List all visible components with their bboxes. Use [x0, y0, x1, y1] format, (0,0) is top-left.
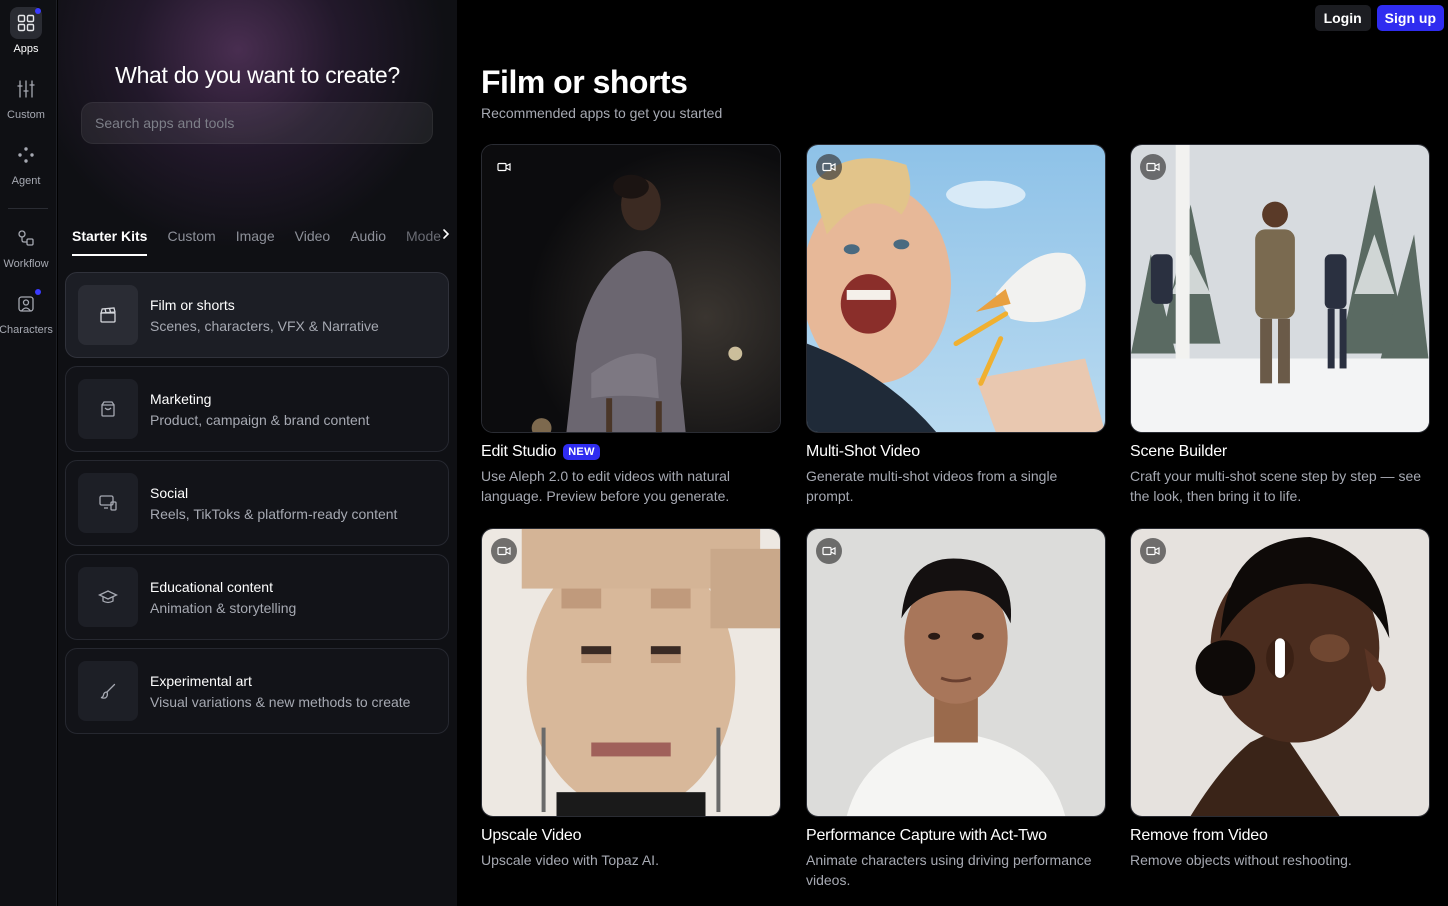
kit-marketing[interactable]: Marketing Product, campaign & brand cont… [65, 366, 449, 452]
category-tabs: Starter Kits Custom Image Video Audio Mo… [72, 222, 457, 256]
starter-kit-list: Film or shorts Scenes, characters, VFX &… [65, 272, 449, 742]
login-button[interactable]: Login [1314, 5, 1371, 31]
thumbnail-image [807, 145, 1105, 432]
video-camera-icon [1140, 538, 1166, 564]
rail-item-characters[interactable]: Characters [0, 288, 53, 336]
kit-subtitle: Reels, TikToks & platform-ready content [150, 505, 398, 522]
kit-title: Educational content [150, 578, 273, 595]
sliders-icon [10, 73, 42, 105]
section-subtitle: Recommended apps to get you started [481, 105, 723, 121]
rail-item-custom[interactable]: Custom [0, 73, 52, 121]
tab-custom[interactable]: Custom [167, 222, 225, 256]
thumbnail-image [482, 529, 780, 816]
rail-label: Custom [7, 109, 45, 121]
card-thumbnail [481, 144, 781, 433]
app-card-scene-builder[interactable]: Scene Builder Craft your multi-shot scen… [1130, 144, 1430, 506]
grid-icon [10, 7, 42, 39]
app-card-performance-capture[interactable]: Performance Capture with Act-Two Animate… [806, 528, 1106, 890]
tab-audio[interactable]: Audio [350, 222, 396, 256]
kit-subtitle: Visual variations & new methods to creat… [150, 693, 411, 710]
starter-kit-panel: What do you want to create? Starter Kits… [58, 0, 457, 906]
sparkle-dots-icon [10, 139, 42, 171]
card-thumbnail [806, 528, 1106, 817]
main-content: Login Sign up Film or shorts Recommended… [457, 0, 1448, 906]
rail-label: Characters [0, 324, 53, 336]
card-title: Edit Studio [481, 443, 557, 460]
brush-icon [78, 661, 138, 721]
thumbnail-image [1131, 529, 1429, 816]
kit-title: Film or shorts [150, 296, 235, 313]
thumbnail-image [1131, 145, 1429, 432]
video-camera-icon [816, 154, 842, 180]
app-card-multi-shot-video[interactable]: Multi-Shot Video Generate multi-shot vid… [806, 144, 1106, 506]
rail-label: Agent [11, 175, 41, 187]
kit-subtitle: Product, campaign & brand content [150, 411, 370, 428]
panel-title: What do you want to create? [115, 62, 400, 88]
shopping-bag-icon [78, 379, 138, 439]
card-thumbnail [1130, 528, 1430, 817]
card-description: Craft your multi-shot scene step by step… [1130, 468, 1422, 504]
app-card-upscale-video[interactable]: Upscale Video Upscale video with Topaz A… [481, 528, 781, 870]
graduation-cap-icon [78, 567, 138, 627]
clapperboard-icon [78, 285, 138, 345]
tab-starter-kits[interactable]: Starter Kits [72, 222, 148, 256]
app-card-remove-from-video[interactable]: Remove from Video Remove objects without… [1130, 528, 1430, 870]
kit-educational-content[interactable]: Educational content Animation & storytel… [65, 554, 449, 640]
kit-subtitle: Animation & storytelling [150, 599, 297, 616]
thumbnail-image [482, 145, 780, 432]
signup-button[interactable]: Sign up [1376, 5, 1444, 31]
character-icon [10, 288, 42, 320]
kit-social[interactable]: Social Reels, TikToks & platform-ready c… [65, 460, 449, 546]
card-title: Upscale Video [481, 827, 582, 844]
kit-title: Social [150, 484, 189, 501]
video-camera-icon [491, 538, 517, 564]
chevron-right-icon[interactable] [439, 227, 453, 241]
card-title: Performance Capture with Act-Two [806, 827, 1047, 844]
card-description: Animate characters using driving perform… [806, 852, 1092, 888]
kit-title: Marketing [150, 390, 212, 407]
card-description: Upscale video with Topaz AI. [481, 852, 659, 868]
kit-film-or-shorts[interactable]: Film or shorts Scenes, characters, VFX &… [65, 272, 449, 358]
left-rail: Apps Custom Agent Workflow Characters [0, 0, 57, 906]
devices-icon [78, 473, 138, 533]
thumbnail-image [807, 529, 1105, 816]
search-input[interactable] [81, 102, 433, 144]
workflow-icon [10, 222, 42, 254]
new-badge: NEW [563, 444, 600, 460]
video-camera-icon [816, 538, 842, 564]
video-camera-icon [1140, 154, 1166, 180]
card-title: Remove from Video [1130, 827, 1268, 844]
video-camera-icon [491, 154, 517, 180]
kit-experimental-art[interactable]: Experimental art Visual variations & new… [65, 648, 449, 734]
kit-title: Experimental art [150, 672, 252, 689]
app-card-edit-studio[interactable]: Edit Studio NEW Use Aleph 2.0 to edit vi… [481, 144, 781, 506]
card-description: Generate multi-shot videos from a single… [806, 468, 1058, 504]
card-title: Multi-Shot Video [806, 443, 920, 460]
rail-label: Workflow [3, 258, 49, 270]
tab-image[interactable]: Image [236, 222, 285, 256]
notification-dot [35, 289, 41, 295]
card-thumbnail [1130, 144, 1430, 433]
notification-dot [35, 8, 41, 14]
rail-label: Apps [13, 43, 39, 55]
card-thumbnail [806, 144, 1106, 433]
card-description: Use Aleph 2.0 to edit videos with natura… [481, 468, 731, 504]
tab-video[interactable]: Video [295, 222, 341, 256]
kit-subtitle: Scenes, characters, VFX & Narrative [150, 317, 379, 334]
rail-item-workflow[interactable]: Workflow [0, 222, 52, 270]
card-title: Scene Builder [1130, 443, 1228, 460]
card-thumbnail [481, 528, 781, 817]
auth-actions: Login Sign up [1314, 5, 1444, 31]
rail-item-apps[interactable]: Apps [0, 7, 52, 55]
rail-item-agent[interactable]: Agent [0, 139, 52, 187]
rail-divider [8, 208, 48, 209]
card-description: Remove objects without reshooting. [1130, 852, 1352, 868]
section-title: Film or shorts [481, 64, 688, 100]
